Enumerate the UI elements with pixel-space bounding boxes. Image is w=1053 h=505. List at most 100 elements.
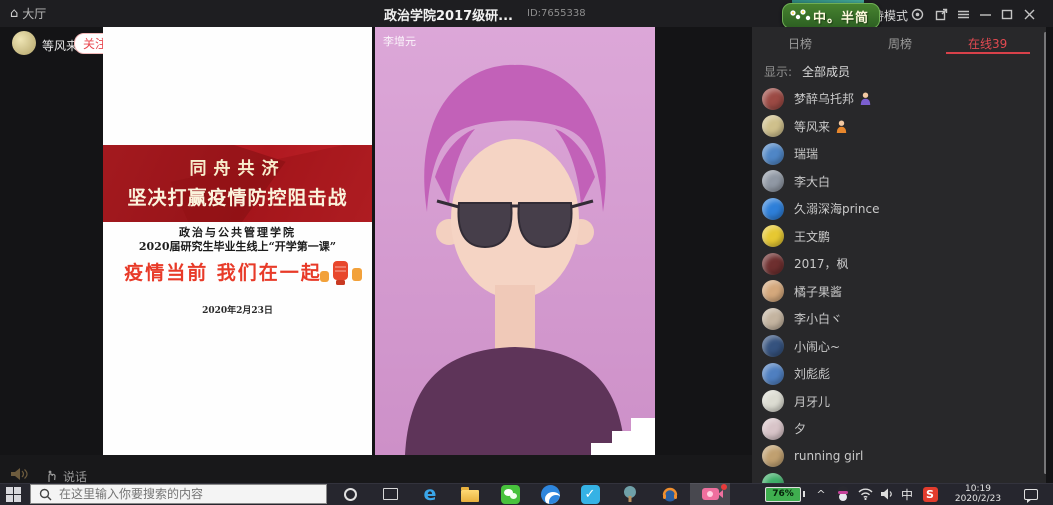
member-list: 梦醉乌托邦等风来瑞瑞李大白久溺深海prince 王文鹏 2017，枫橘子果酱李小白ヾ…	[752, 85, 1042, 483]
minimize-button[interactable]	[978, 7, 992, 21]
sogou-icon[interactable]: S	[920, 483, 940, 505]
member-row[interactable]	[752, 470, 1042, 483]
member-row[interactable]: 小闹心~	[752, 333, 1042, 361]
member-row[interactable]: 瑞瑞	[752, 140, 1042, 168]
task-view-icon[interactable]	[370, 483, 410, 505]
screen: ⌂ 大厅 政治学院2017级研... ID:7655338 持模式 中。半简 等…	[0, 0, 1053, 505]
member-name: 等风来	[794, 118, 830, 135]
windows-logo-icon	[6, 487, 13, 494]
live-camera-icon[interactable]	[690, 483, 730, 505]
slide-slogan: 疫情当前 我们在一起	[103, 258, 343, 285]
banner-line1: 同舟共济	[103, 154, 372, 179]
filter-label: 显示:	[764, 63, 792, 80]
member-row[interactable]: 李小白ヾ	[752, 305, 1042, 333]
member-name: 月牙儿	[794, 393, 830, 410]
record-mode-icon[interactable]	[910, 7, 924, 21]
speaker-horn-icon[interactable]	[10, 467, 28, 481]
wechat-icon[interactable]	[490, 483, 530, 505]
member-name: 夕	[794, 420, 806, 437]
menu-icon[interactable]	[956, 7, 970, 21]
home-icon: ⌂	[10, 6, 18, 21]
member-row[interactable]: 等风来	[752, 113, 1042, 141]
member-name: 梦醉乌托邦	[794, 90, 854, 107]
member-name: 小闹心~	[794, 338, 840, 355]
cortana-icon[interactable]	[330, 483, 370, 505]
presentation-slide: 同舟共济 坚决打赢疫情防控阻击战 政治与公共管理学院 2020届研究生毕业生线上…	[103, 27, 372, 455]
battery-icon[interactable]: 76%	[762, 483, 808, 505]
member-name: 李小白ヾ	[794, 310, 842, 327]
action-center-icon[interactable]	[1018, 483, 1044, 505]
volume-icon[interactable]	[878, 483, 896, 505]
member-row[interactable]: 月牙儿	[752, 388, 1042, 416]
video-feed[interactable]: 李增元	[375, 27, 655, 455]
member-row[interactable]: 橘子果酱	[752, 278, 1042, 306]
app-bottom-bar: 说话	[0, 455, 752, 483]
member-row[interactable]: 刘彪彪	[752, 360, 1042, 388]
member-name: 王文鹏	[794, 228, 830, 245]
tab-daily-rank[interactable]: 日榜	[788, 35, 812, 52]
flower-decoration-icon	[787, 7, 815, 25]
member-role-badge-icon	[836, 120, 847, 133]
member-avatar	[762, 170, 784, 192]
member-avatar	[762, 445, 784, 467]
person-illustration	[375, 27, 655, 455]
lobby-label: 大厅	[22, 5, 46, 22]
filter-value[interactable]: 全部成员	[802, 63, 850, 80]
search-input[interactable]	[57, 486, 311, 502]
member-name: 橘子果酱	[794, 283, 842, 300]
sidebar-scrollbar[interactable]	[1044, 32, 1046, 474]
member-avatar	[762, 418, 784, 440]
member-row[interactable]: 2017，枫	[752, 250, 1042, 278]
slide-org-line2: 2020届研究生毕业生线上“开学第一课”	[103, 238, 372, 254]
lobby-button[interactable]: ⌂ 大厅	[10, 5, 46, 22]
member-avatar	[762, 253, 784, 275]
member-name: running girl	[794, 449, 863, 463]
start-button[interactable]	[6, 487, 22, 503]
member-avatar	[762, 335, 784, 357]
taskbar-clock[interactable]: 10:19 2020/2/23	[942, 483, 1014, 505]
search-icon	[39, 488, 52, 501]
host-name: 等风来	[42, 37, 78, 54]
ime-indicator[interactable]: 中	[898, 483, 916, 505]
close-button[interactable]	[1022, 7, 1036, 21]
tab-online[interactable]: 在线39	[968, 35, 1007, 52]
tab-weekly-rank[interactable]: 周榜	[888, 35, 912, 52]
member-row[interactable]: 李大白	[752, 168, 1042, 196]
sogou-letter: S	[923, 487, 938, 502]
tree-icon[interactable]	[610, 483, 650, 505]
member-avatar	[762, 390, 784, 412]
member-avatar	[762, 198, 784, 220]
member-row[interactable]: running girl	[752, 443, 1042, 471]
clock-time: 10:19	[965, 484, 991, 494]
taskbar-search[interactable]	[30, 484, 327, 504]
headset-icon[interactable]	[650, 483, 690, 505]
fists-icon	[319, 259, 365, 291]
hand-speak-icon	[46, 470, 58, 483]
sidebar-panel: 日榜 周榜 在线39 显示: 全部成员 梦醉乌托邦等风来瑞瑞李大白久溺深海pri…	[752, 27, 1046, 483]
member-row[interactable]: 久溺深海prince	[752, 195, 1042, 223]
video-username: 李增元	[383, 33, 416, 49]
tim-icon[interactable]: ✓	[570, 483, 610, 505]
member-name: 2017，枫	[794, 255, 849, 272]
user-name-badge: 中。半简	[782, 3, 880, 29]
file-explorer-icon[interactable]	[450, 483, 490, 505]
active-tab-underline	[946, 52, 1030, 54]
browser-icon[interactable]	[530, 483, 570, 505]
member-row[interactable]: 王文鹏	[752, 223, 1042, 251]
qq-tray-icon[interactable]	[834, 483, 852, 505]
badge-username: 中。半简	[813, 7, 869, 26]
battery-percent: 76%	[765, 487, 801, 502]
room-id: ID:7655338	[527, 8, 586, 19]
host-avatar[interactable]	[12, 31, 36, 55]
clock-date: 2020/2/23	[955, 494, 1001, 504]
edge-icon[interactable]: e	[410, 483, 450, 505]
member-row[interactable]: 梦醉乌托邦	[752, 85, 1042, 113]
member-avatar	[762, 225, 784, 247]
popout-icon[interactable]	[934, 7, 948, 21]
member-avatar	[762, 88, 784, 110]
chevron-up-icon[interactable]: ^	[812, 483, 830, 505]
maximize-button[interactable]	[1000, 7, 1014, 21]
slide-date: 2020年2月23日	[103, 303, 372, 316]
member-row[interactable]: 夕	[752, 415, 1042, 443]
wifi-icon[interactable]	[856, 483, 874, 505]
